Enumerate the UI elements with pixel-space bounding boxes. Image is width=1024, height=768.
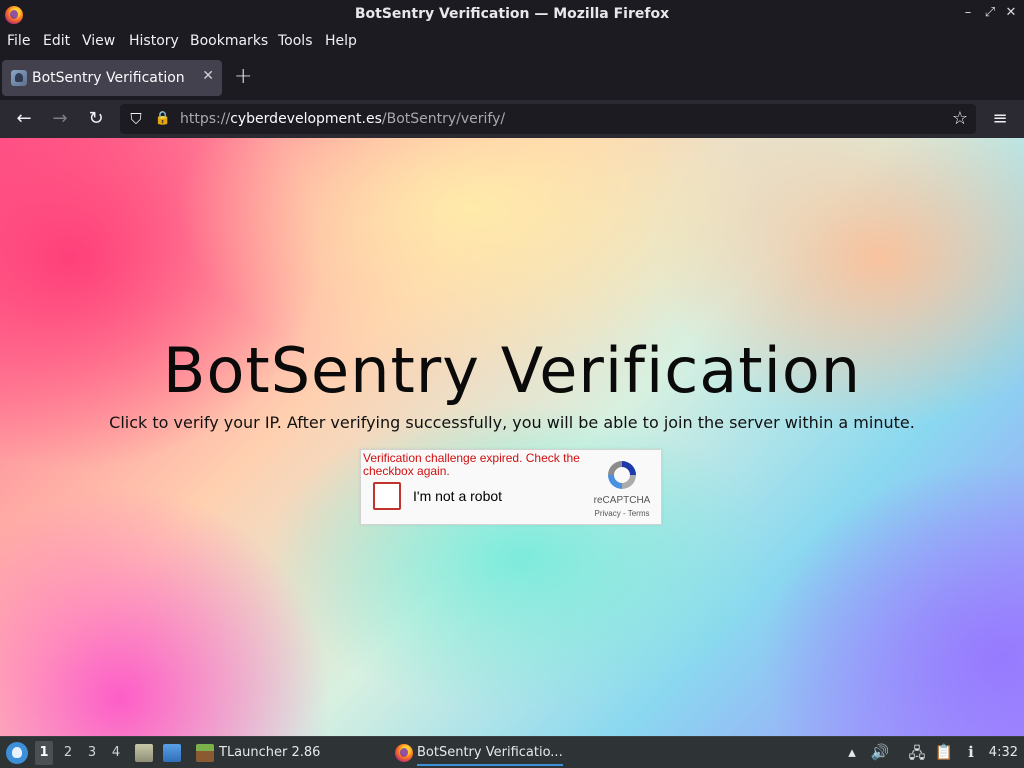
recaptcha-logo-icon [608, 461, 636, 489]
recaptcha-widget: Verification challenge expired. Check th… [360, 449, 662, 525]
tab-strip: BotSentry Verification ✕ + [0, 56, 1024, 100]
workspace-3[interactable]: 3 [83, 745, 101, 760]
tab-label: BotSentry Verification [32, 70, 185, 86]
captcha-checkbox-label[interactable]: I'm not a robot [413, 488, 502, 504]
page-content: BotSentry Verification Click to verify y… [0, 138, 1024, 736]
shield-icon[interactable]: ⛉ [125, 108, 147, 130]
navigation-bar: ← → ↻ ⛉ 🔒 https://cyberdevelopment.es/Bo… [0, 100, 1024, 138]
tray-up-arrow-icon[interactable]: ▴ [842, 743, 862, 761]
menu-edit[interactable]: Edit [43, 33, 70, 49]
forward-button[interactable]: → [49, 108, 71, 130]
menu-file[interactable]: File [7, 33, 30, 49]
app-menu-icon[interactable]: ≡ [989, 108, 1011, 130]
taskbar-task-firefox[interactable]: BotSentry Verificatio... [417, 745, 563, 766]
volume-icon[interactable]: 🔊 [870, 743, 890, 761]
menu-bar: File Edit View History Bookmarks Tools H… [0, 30, 1024, 54]
minecraft-block-icon [196, 744, 214, 762]
captcha-checkbox[interactable] [373, 482, 401, 510]
window-title: BotSentry Verification — Mozilla Firefox [354, 6, 670, 22]
tab-botsentry-verification[interactable]: BotSentry Verification ✕ [2, 60, 222, 96]
page-title: BotSentry Verification [162, 334, 862, 407]
network-icon[interactable]: 🖧 [907, 743, 927, 768]
file-manager-icon[interactable] [135, 744, 153, 762]
url-bar[interactable]: ⛉ 🔒 https://cyberdevelopment.es/BotSentr… [120, 104, 976, 134]
window-titlebar: BotSentry Verification — Mozilla Firefox… [0, 0, 1024, 30]
menu-help[interactable]: Help [325, 33, 357, 49]
menu-bookmarks[interactable]: Bookmarks [190, 33, 268, 49]
lock-icon[interactable]: 🔒 [152, 108, 174, 130]
minimize-icon[interactable]: – [960, 5, 976, 20]
taskbar-task-tlauncher[interactable]: TLauncher 2.86 [219, 745, 320, 760]
url-text[interactable]: https://cyberdevelopment.es/BotSentry/ve… [180, 111, 505, 127]
new-tab-button[interactable]: + [234, 64, 252, 89]
url-domain: cyberdevelopment.es [230, 111, 382, 127]
workspace-2[interactable]: 2 [59, 745, 77, 760]
back-button[interactable]: ← [13, 108, 35, 130]
page-subtitle: Click to verify your IP. After verifying… [109, 413, 915, 432]
bookmark-star-icon[interactable]: ☆ [949, 108, 971, 130]
notification-icon[interactable]: ℹ [961, 743, 981, 761]
url-path: /BotSentry/verify/ [381, 111, 506, 127]
clipboard-icon[interactable]: 📋 [934, 743, 954, 761]
taskbar: 1 2 3 4 TLauncher 2.86 BotSentry Verific… [0, 736, 1024, 768]
menu-view[interactable]: View [82, 33, 115, 49]
start-menu-icon[interactable] [6, 742, 28, 764]
botsentry-favicon [11, 70, 27, 86]
clock[interactable]: 4:32 [989, 745, 1018, 760]
firefox-icon [395, 744, 413, 762]
close-tab-icon[interactable]: ✕ [202, 68, 214, 84]
maximize-icon[interactable]: ⤢ [982, 5, 998, 20]
url-prefix: https:// [180, 111, 231, 127]
recaptcha-brand: reCAPTCHA [593, 495, 651, 506]
workspace-4[interactable]: 4 [107, 745, 125, 760]
reload-button[interactable]: ↻ [85, 108, 107, 130]
captcha-error-message: Verification challenge expired. Check th… [363, 451, 580, 478]
menu-history[interactable]: History [129, 33, 179, 49]
show-desktop-icon[interactable] [163, 744, 181, 762]
menu-tools[interactable]: Tools [278, 33, 313, 49]
recaptcha-privacy-terms[interactable]: Privacy - Terms [587, 509, 657, 518]
close-window-icon[interactable]: ✕ [1003, 5, 1019, 20]
workspace-1[interactable]: 1 [35, 741, 53, 765]
